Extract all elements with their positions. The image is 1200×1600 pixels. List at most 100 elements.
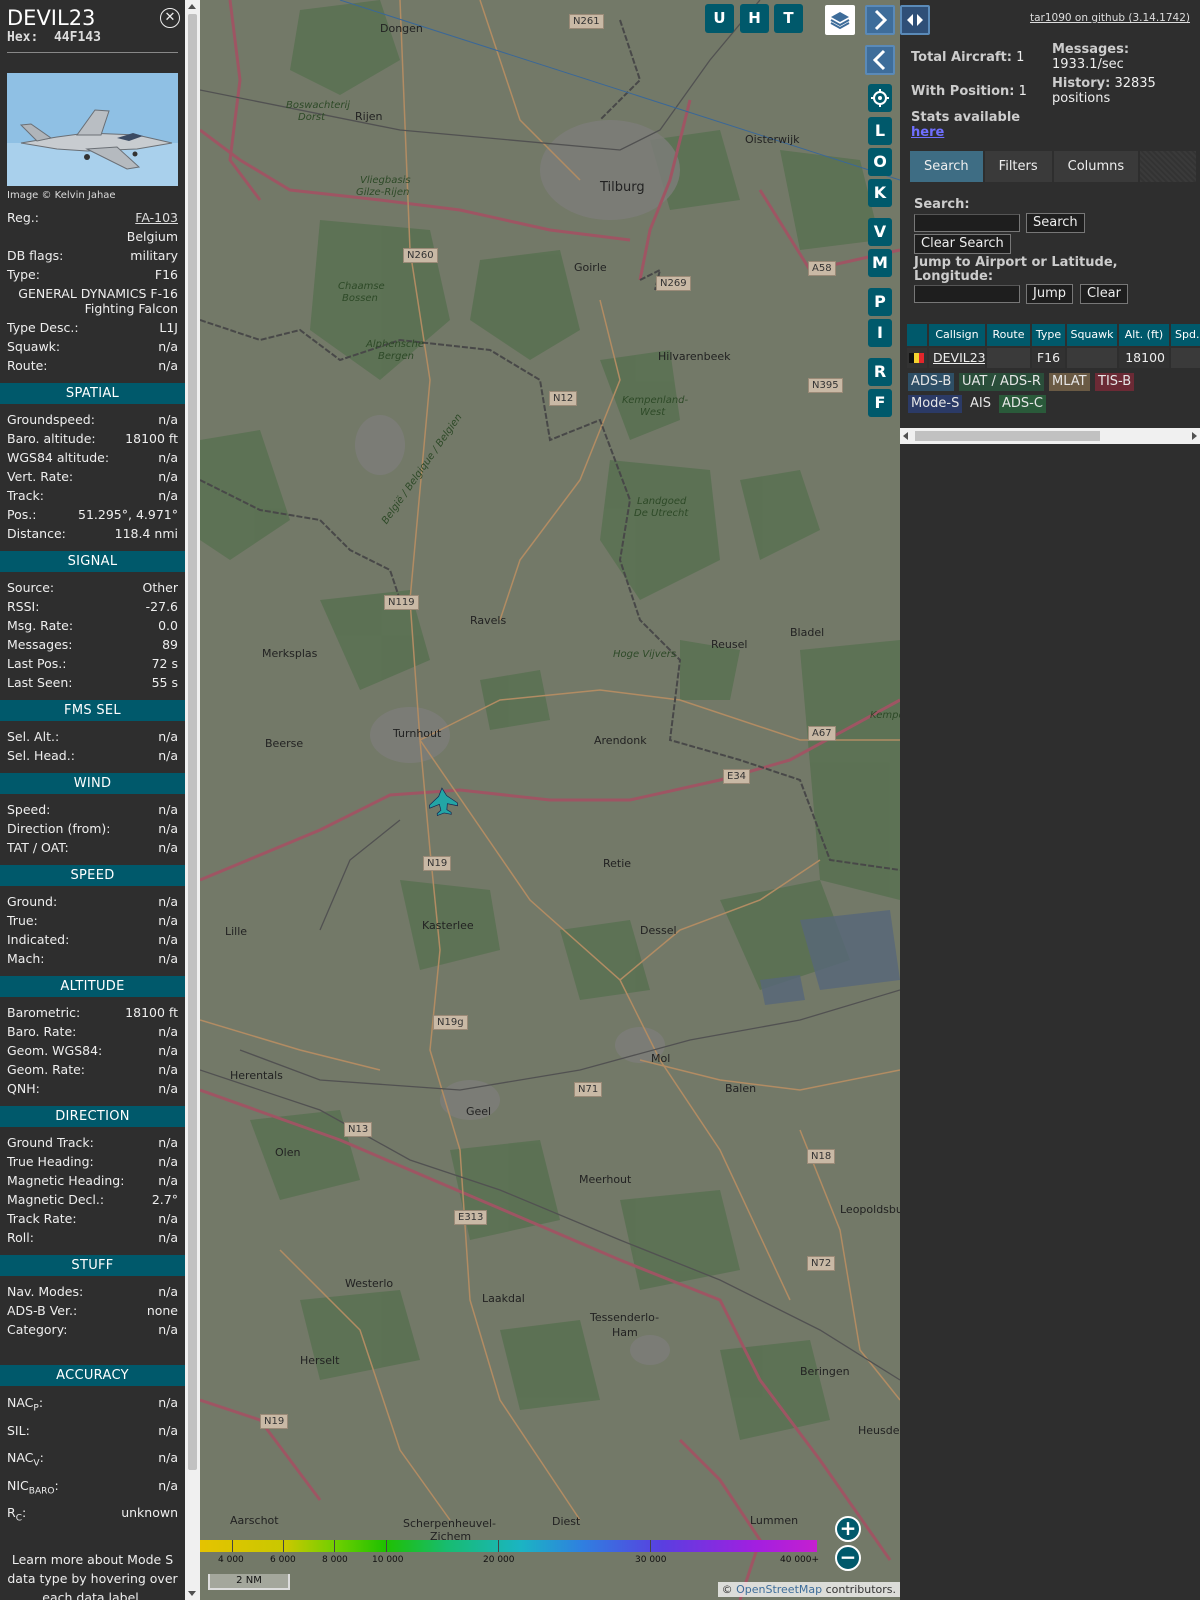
search-button[interactable]: Search	[1026, 213, 1085, 233]
column-header-altitude[interactable]: Alt. (ft)	[1119, 324, 1169, 346]
osm-link[interactable]: OpenStreetMap	[736, 1583, 822, 1596]
info-label: NACV:	[7, 1450, 44, 1469]
table-cell-callsign[interactable]: DEVIL23	[929, 348, 985, 368]
map-view[interactable]: Dongen Tilburg Oisterwijk Rijen Goirle H…	[200, 0, 900, 1600]
info-value: L1J	[159, 320, 178, 335]
info-value: n/a	[158, 358, 178, 373]
column-header-speed[interactable]: Spd.	[1171, 324, 1200, 346]
info-label: True:	[7, 913, 38, 928]
map-label: Heusden	[858, 1424, 900, 1437]
map-button-r[interactable]: R	[868, 358, 892, 386]
expand-sidebar-button[interactable]	[865, 45, 895, 75]
info-header: DEVIL23 Hex: 44F143 ✕	[0, 0, 185, 52]
info-value: 18100 ft	[125, 431, 178, 446]
map-button-t[interactable]: T	[774, 4, 803, 33]
info-label: NICBARO:	[7, 1477, 59, 1497]
map-label: Herentals	[230, 1069, 283, 1082]
road-badge: N18	[807, 1149, 836, 1164]
resize-sidebar-button[interactable]	[900, 5, 930, 35]
map-button-l[interactable]: L	[868, 117, 892, 145]
map-label: Olen	[275, 1146, 301, 1159]
map-label: Retie	[603, 857, 632, 870]
info-value: GENERAL DYNAMICS F-16 Fighting Falcon	[18, 286, 178, 316]
photo-credit: Image © Kelvin Jahae	[7, 190, 116, 201]
column-header-callsign[interactable]: Callsign	[929, 324, 985, 346]
jump-button[interactable]: Jump	[1026, 284, 1073, 304]
info-value: n/a	[158, 932, 178, 947]
search-input[interactable]	[914, 214, 1020, 232]
info-row: Source: Other	[0, 578, 185, 597]
road-badge: N71	[574, 1082, 603, 1097]
table-horizontal-scrollbar[interactable]	[900, 428, 1200, 444]
info-row: Speed: n/a	[0, 800, 185, 819]
info-row: DB flags: military	[0, 246, 185, 265]
map-button-u[interactable]: U	[705, 4, 734, 33]
map-button-i[interactable]: I	[868, 319, 892, 347]
zoom-in-button[interactable]: +	[835, 1516, 861, 1542]
aircraft-info-panel: DEVIL23 Hex: 44F143 ✕ Image © Kelvin Jah…	[0, 0, 185, 1600]
column-header-type[interactable]: Type	[1032, 324, 1065, 346]
column-header-flag[interactable]	[907, 324, 927, 346]
info-row: Magnetic Decl.: 2.7°	[0, 1190, 185, 1209]
tab-columns[interactable]: Columns	[1053, 151, 1139, 182]
layers-button[interactable]	[825, 5, 855, 35]
road-badge: N19g	[433, 1015, 468, 1030]
info-label: Pos.:	[7, 507, 37, 522]
map-label: Geel	[466, 1105, 492, 1118]
tab-search[interactable]: Search	[910, 151, 983, 182]
map-label: Alphensche	[366, 339, 424, 350]
column-header-route[interactable]: Route	[987, 324, 1030, 346]
road-badge: A58	[808, 261, 836, 276]
map-label: Landgoed	[637, 496, 687, 507]
info-label: Vert. Rate:	[7, 469, 74, 484]
map-label: Bergen	[378, 351, 414, 362]
table-cell-type: F16	[1032, 348, 1065, 368]
info-value: 118.4 nmi	[114, 526, 178, 541]
map-label: Bossen	[342, 293, 378, 304]
stats-link[interactable]: here	[911, 125, 944, 140]
clear-button[interactable]: Clear	[1080, 284, 1128, 304]
github-link[interactable]: tar1090 on github (3.14.1742)	[1030, 12, 1190, 24]
info-row: Barometric: 18100 ft	[0, 1003, 185, 1022]
jump-input[interactable]	[914, 285, 1020, 303]
registration-link[interactable]: FA-103	[135, 210, 178, 225]
close-icon[interactable]: ✕	[160, 8, 180, 28]
search-label: Search:	[914, 197, 970, 212]
table-cell-altitude: 18100	[1119, 348, 1169, 368]
map-button-f[interactable]: F	[868, 389, 892, 417]
info-value: unknown	[121, 1505, 178, 1520]
map-button-v[interactable]: V	[868, 218, 892, 246]
with-position: With Position: 1	[911, 84, 1027, 99]
info-row: Last Pos.: 72 s	[0, 654, 185, 673]
map-label: Oisterwijk	[745, 133, 800, 146]
info-label: QNH:	[7, 1081, 40, 1096]
info-value: n/a	[158, 913, 178, 928]
info-value: Belgium	[126, 229, 178, 244]
clear-search-button[interactable]: Clear Search	[914, 234, 1011, 254]
info-value: n/a	[158, 1154, 178, 1169]
info-label: Route:	[7, 358, 48, 373]
info-value: n/a	[158, 951, 178, 966]
settings-button[interactable]	[868, 84, 892, 112]
map-button-m[interactable]: M	[868, 249, 892, 277]
map-label: Chaamse	[338, 281, 385, 292]
info-label: Type:	[7, 267, 40, 282]
info-label: Indicated:	[7, 932, 70, 947]
column-header-squawk[interactable]: Squawk	[1067, 324, 1117, 346]
zoom-out-button[interactable]: −	[835, 1545, 861, 1571]
map-button-p[interactable]: P	[868, 288, 892, 316]
info-scrollbar[interactable]	[185, 0, 200, 1600]
map-button-h[interactable]: H	[740, 4, 769, 33]
collapse-sidebar-button[interactable]	[865, 5, 895, 35]
tab-filters[interactable]: Filters	[984, 151, 1052, 182]
map-button-k[interactable]: K	[868, 179, 892, 207]
info-label: NACP:	[7, 1395, 44, 1414]
section-header: SPATIAL	[0, 383, 185, 404]
map-button-o[interactable]: O	[868, 148, 892, 176]
map-attribution: © OpenStreetMap contributors.	[717, 1582, 900, 1597]
road-badge: N19	[260, 1414, 289, 1429]
colorbar-tick-label: 6 000	[270, 1555, 296, 1565]
info-row: Pos.: 51.295°, 4.971°	[0, 505, 185, 524]
map-label: Vliegbasis	[360, 175, 411, 186]
aircraft-photo[interactable]	[7, 73, 178, 186]
